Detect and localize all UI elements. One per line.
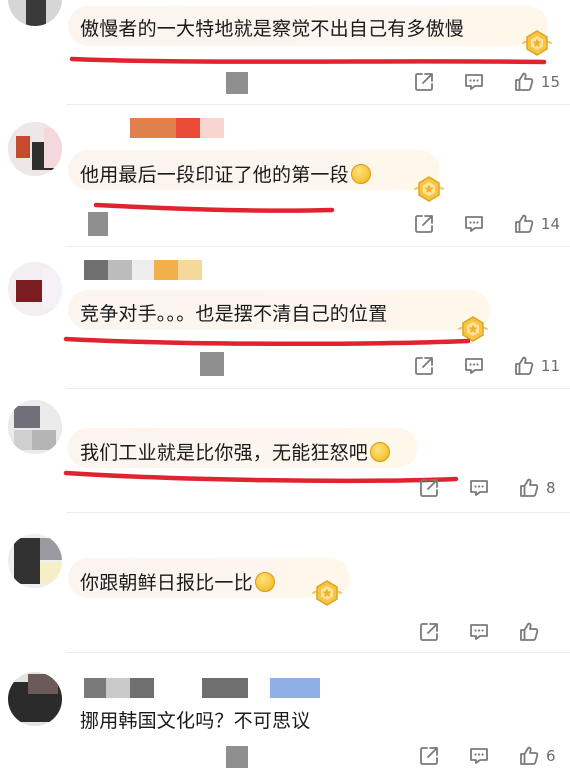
thumbs-up-icon xyxy=(517,620,541,644)
censored-block xyxy=(226,746,248,768)
censored-block xyxy=(200,352,224,376)
comment-item-6: 挪用韩国文化吗？不可思议 6 xyxy=(0,652,570,772)
username-censored xyxy=(84,678,320,698)
share-icon xyxy=(412,354,436,378)
like-count: 15 xyxy=(540,73,560,91)
share-button[interactable] xyxy=(412,354,436,378)
medal-badge-icon xyxy=(412,172,446,206)
avatar[interactable] xyxy=(8,400,62,454)
comment-actions: 11 xyxy=(386,354,560,378)
share-button[interactable] xyxy=(417,476,441,500)
share-icon xyxy=(417,744,441,768)
censored-block xyxy=(226,72,248,94)
like-count: 14 xyxy=(540,215,560,233)
avatar[interactable] xyxy=(8,122,62,176)
username-censored xyxy=(84,260,202,280)
share-icon xyxy=(412,212,436,236)
censored-block xyxy=(88,212,108,236)
comment-actions xyxy=(391,620,560,644)
comment-icon xyxy=(462,70,486,94)
reply-button[interactable] xyxy=(462,354,486,378)
thinking-emoji xyxy=(350,164,371,184)
sweat-smile-emoji xyxy=(370,442,391,462)
comment-actions: 8 xyxy=(391,476,560,500)
share-icon xyxy=(412,70,436,94)
avatar[interactable] xyxy=(8,672,62,726)
comment-item-4: 我们工业就是比你强，无能狂怒吧 8 xyxy=(0,388,570,512)
comment-item-1: 傲慢者的一大特地就是察觉不出自己有多傲慢 15 xyxy=(0,0,570,104)
avatar[interactable] xyxy=(8,534,62,588)
comment-item-3: 竞争对手。。。也是摆不清自己的位置 11 xyxy=(0,246,570,388)
username-censored xyxy=(130,118,224,138)
like-button[interactable]: 6 xyxy=(517,744,560,768)
reply-button[interactable] xyxy=(467,476,491,500)
share-button[interactable] xyxy=(412,212,436,236)
comment-icon xyxy=(467,744,491,768)
like-button[interactable]: 14 xyxy=(512,212,560,236)
comment-text: 傲慢者的一大特地就是察觉不出自己有多傲慢 xyxy=(80,18,465,40)
comment-text: 挪用韩国文化吗？不可思议 xyxy=(80,710,311,732)
comment-icon xyxy=(462,354,486,378)
avatar[interactable] xyxy=(8,262,62,316)
comment-text: 他用最后一段印证了他的第一段 xyxy=(80,160,371,187)
share-button[interactable] xyxy=(417,620,441,644)
comment-item-2: 他用最后一段印证了他的第一段 14 xyxy=(0,104,570,246)
thumbs-up-icon xyxy=(517,744,541,768)
thumbs-up-icon xyxy=(512,212,536,236)
like-button[interactable] xyxy=(517,620,560,644)
like-button[interactable]: 15 xyxy=(512,70,560,94)
thumbs-up-icon xyxy=(512,354,536,378)
share-icon xyxy=(417,476,441,500)
doge-emoji xyxy=(254,572,275,592)
like-button[interactable]: 11 xyxy=(512,354,560,378)
reply-button[interactable] xyxy=(467,620,491,644)
reply-button[interactable] xyxy=(462,212,486,236)
share-button[interactable] xyxy=(417,744,441,768)
reply-button[interactable] xyxy=(462,70,486,94)
comment-actions: 6 xyxy=(391,744,560,768)
like-count: 6 xyxy=(546,747,556,765)
comment-icon xyxy=(462,212,486,236)
comment-actions: 15 xyxy=(386,70,560,94)
thumbs-up-icon xyxy=(512,70,536,94)
share-button[interactable] xyxy=(412,70,436,94)
share-icon xyxy=(417,620,441,644)
avatar[interactable] xyxy=(8,0,62,26)
comment-item-5: 你跟朝鲜日报比一比 xyxy=(0,512,570,652)
comment-icon xyxy=(467,620,491,644)
thumbs-up-icon xyxy=(517,476,541,500)
like-count: 11 xyxy=(540,357,560,375)
comment-text: 我们工业就是比你强，无能狂怒吧 xyxy=(80,438,391,465)
medal-badge-icon xyxy=(310,576,344,610)
comment-actions: 14 xyxy=(386,212,560,236)
like-button[interactable]: 8 xyxy=(517,476,560,500)
reply-button[interactable] xyxy=(467,744,491,768)
comment-text: 你跟朝鲜日报比一比 xyxy=(80,568,275,595)
like-count: 8 xyxy=(546,479,556,497)
comment-text: 竞争对手。。。也是摆不清自己的位置 xyxy=(80,303,388,325)
comment-icon xyxy=(467,476,491,500)
